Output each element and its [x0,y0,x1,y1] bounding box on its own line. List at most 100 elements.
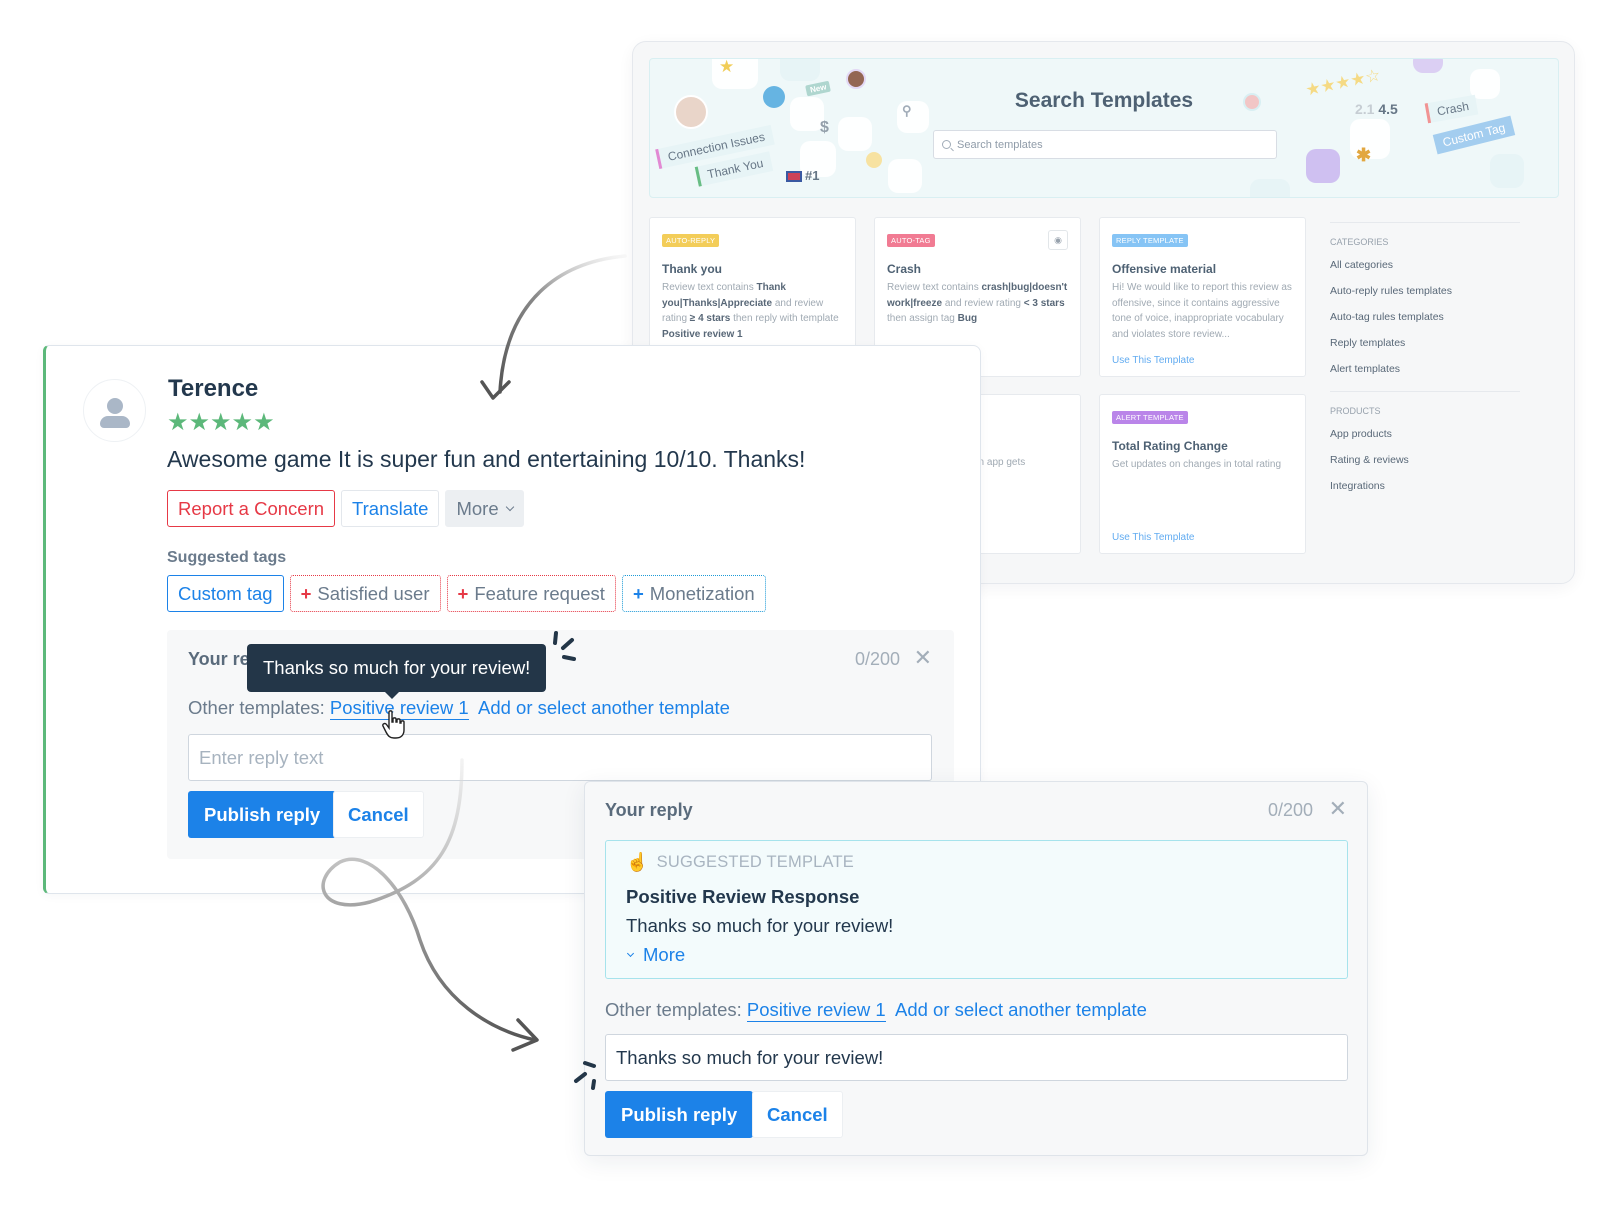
add-template-link[interactable]: Add or select another template [895,999,1147,1020]
sidebar-item-reply-templates[interactable]: Reply templates [1330,335,1520,361]
suggested-template-heading: ☝ SUGGESTED TEMPLATE [626,852,854,873]
sidebar-item-integrations[interactable]: Integrations [1330,478,1520,504]
template-description: Get updates on changes in total rating [1112,459,1282,470]
divider [1330,222,1520,223]
report-concern-button[interactable]: Report a Concern [167,490,336,527]
sidebar-item-rating-reviews[interactable]: Rating & reviews [1330,452,1520,478]
avatar [83,379,146,442]
app-icon [1306,149,1340,183]
other-templates-label: Other templates: [605,999,742,1020]
decor-tile [1490,154,1524,188]
sidebar-item-auto-tag[interactable]: Auto-tag rules templates [1330,309,1520,335]
smiley-icon [866,152,882,168]
other-templates-label: Other templates: [188,697,325,718]
chevron-down-icon [505,502,514,511]
pointing-finger-icon: ☝ [626,852,649,872]
categories-heading: CATEGORIES [1330,237,1389,247]
tag-label: Custom tag [178,582,273,604]
template-title: Thank you [662,262,723,276]
plus-icon: + [457,582,469,604]
search-placeholder: Search templates [957,138,1043,151]
avatar-icon [846,69,866,89]
sidebar-item-app-products[interactable]: App products [1330,426,1520,452]
app-icon [1413,59,1443,73]
use-template-link[interactable]: Use This Template [1112,355,1194,366]
review-actions: Report a Concern Translate More [167,490,524,527]
publish-reply-button[interactable]: Publish reply [188,791,337,838]
tag-label: Satisfied user [317,582,430,604]
suggested-tags: Custom tag + Satisfied user + Feature requ… [167,575,766,612]
uk-flag-icon [786,171,802,183]
template-badge: ALERT TEMPLATE [1112,411,1188,424]
review-text: Awesome game It is super fun and enterta… [167,446,806,472]
suggested-tags-label: Suggested tags [167,549,287,566]
close-icon[interactable]: ✕ [1329,796,1347,822]
sidebar-item-alert-templates[interactable]: Alert templates [1330,361,1520,387]
character-count: 0/200 [1267,800,1313,820]
templates-hero-banner: ★ New $ Connection Issues Thank You #1 ⚲… [649,58,1559,198]
products-heading: PRODUCTS [1330,406,1381,416]
template-title: Total Rating Change [1112,439,1228,453]
use-template-link[interactable]: Use This Template [1112,532,1194,543]
user-icon-body [100,416,130,428]
positive-review-template-link[interactable]: Positive review 1 [746,999,886,1022]
decor-tag-custom: Custom Tag [1432,115,1516,155]
hand-cursor-icon [382,710,405,739]
publish-reply-button[interactable]: Publish reply [605,1091,754,1138]
other-templates: Other templates: Positive review 1 Add o… [605,999,1147,1022]
more-toggle[interactable]: More [626,944,686,966]
rank-text: #1 [805,168,820,183]
close-icon[interactable]: ✕ [914,645,932,671]
plus-icon: + [300,582,312,604]
eye-icon[interactable]: ◉ [1048,230,1068,250]
character-count: 0/200 [854,649,900,669]
reply-input[interactable] [605,1034,1348,1081]
plus-icon: + [632,582,644,604]
sidebar-item-auto-reply[interactable]: Auto-reply rules templates [1330,283,1520,309]
decor-tile [888,159,922,193]
template-card[interactable]: REPLY TEMPLATE Offensive material Hi! We… [1099,217,1306,377]
suggested-heading-text: SUGGESTED TEMPLATE [656,853,854,871]
add-template-link[interactable]: Add or select another template [478,697,730,718]
template-card[interactable]: ALERT TEMPLATE Total Rating Change Get u… [1099,394,1306,554]
slack-icon: ✱ [1356,145,1372,165]
more-label: More [643,944,686,965]
tag-label: Monetization [649,582,755,604]
reply-input[interactable] [188,734,932,781]
suggested-template-text: Thanks so much for your review! [626,915,894,936]
templates-sidebar: CATEGORIES All categories Auto-reply rul… [1330,222,1520,504]
reviewer-name: Terence [168,375,259,402]
sidebar-item-all-categories[interactable]: All categories [1330,257,1520,283]
reply-panel: Your reply 0/200 ✕ ☝ SUGGESTED TEMPLATE … [584,781,1368,1156]
divider [1330,391,1520,392]
cancel-button[interactable]: Cancel [752,1091,843,1138]
chevron-down-icon [626,949,635,957]
suggested-template: ☝ SUGGESTED TEMPLATE Positive Review Res… [605,840,1348,979]
tag-monetization[interactable]: + Monetization [621,575,766,612]
rank-badge: #1 [786,168,819,183]
other-templates: Other templates: Positive review 1 Add o… [188,697,730,720]
templates-title: Search Templates [1014,89,1194,112]
dollar-icon: $ [820,119,829,136]
tag-feature-request[interactable]: + Feature request [446,575,616,612]
decor-tile [838,117,872,151]
decor-tile [780,59,820,81]
tag-satisfied-user[interactable]: + Satisfied user [289,575,441,612]
user-icon [107,398,123,414]
suggested-template-title: Positive Review Response [626,886,860,907]
template-description: Review text contains Thank you|Thanks|Ap… [662,282,839,340]
reply-label: Your reply [605,800,693,820]
templates-search-input[interactable]: Search templates [933,130,1277,159]
star-icon: ★ [719,58,735,76]
tag-custom[interactable]: Custom tag [167,575,284,612]
template-description: Hi! We would like to report this review … [1112,282,1292,340]
tag-label: Feature request [474,582,605,604]
template-badge: REPLY TEMPLATE [1112,234,1188,247]
template-title: Offensive material [1112,262,1217,276]
rating-stars: ★★★★★ [167,409,275,436]
search-icon [942,140,951,149]
translate-button[interactable]: Translate [341,490,440,527]
more-dropdown-button[interactable]: More [445,490,524,527]
template-preview-tooltip: Thanks so much for your review! [247,644,547,699]
cancel-button[interactable]: Cancel [333,791,424,838]
